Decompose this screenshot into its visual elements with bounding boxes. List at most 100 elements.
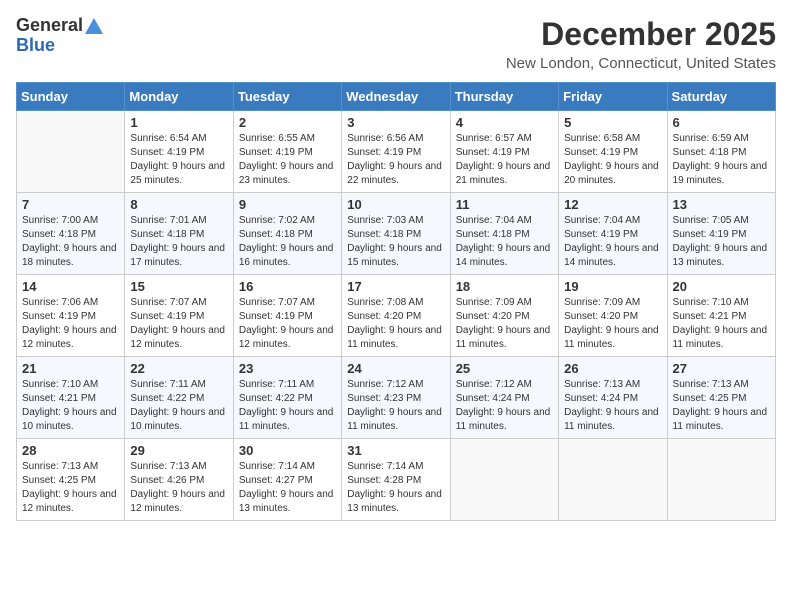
day-number: 30 [239,443,336,458]
calendar-cell: 23 Sunrise: 7:11 AMSunset: 4:22 PMDayligh… [233,357,341,439]
calendar-cell: 31 Sunrise: 7:14 AMSunset: 4:28 PMDayligh… [342,439,450,521]
day-number: 18 [456,279,553,294]
weekday-header: Tuesday [233,83,341,111]
calendar-cell: 4 Sunrise: 6:57 AMSunset: 4:19 PMDaylight… [450,111,558,193]
day-number: 5 [564,115,661,130]
weekday-header: Thursday [450,83,558,111]
day-number: 3 [347,115,444,130]
calendar-cell [450,439,558,521]
day-detail: Sunrise: 7:14 AMSunset: 4:27 PMDaylight:… [239,460,336,516]
day-detail: Sunrise: 7:12 AMSunset: 4:24 PMDaylight:… [456,378,553,434]
day-detail: Sunrise: 7:01 AMSunset: 4:18 PMDaylight:… [130,214,227,270]
calendar-cell: 12Sunrise: 7:04 AMSunset: 4:19 PMDayligh… [559,193,667,275]
calendar-cell: 30 Sunrise: 7:14 AMSunset: 4:27 PMDayligh… [233,439,341,521]
calendar-cell: 16 Sunrise: 7:07 AMSunset: 4:19 PMDayligh… [233,275,341,357]
day-number: 31 [347,443,444,458]
day-detail: Sunrise: 7:02 AMSunset: 4:18 PMDaylight:… [239,214,336,270]
day-number: 19 [564,279,661,294]
day-detail: Sunrise: 7:10 AMSunset: 4:21 PMDaylight:… [673,296,770,352]
calendar-cell: 21Sunrise: 7:10 AMSunset: 4:21 PMDayligh… [17,357,125,439]
day-detail: Sunrise: 7:13 AMSunset: 4:26 PMDaylight:… [130,460,227,516]
calendar-cell: 9 Sunrise: 7:02 AMSunset: 4:18 PMDaylight… [233,193,341,275]
logo-blue-text: Blue [16,36,55,56]
day-detail: Sunrise: 6:54 AMSunset: 4:19 PMDaylight:… [130,132,227,188]
day-detail: Sunrise: 7:05 AMSunset: 4:19 PMDaylight:… [673,214,770,270]
day-number: 17 [347,279,444,294]
calendar-cell [667,439,775,521]
calendar-week-row: 1Sunrise: 6:54 AMSunset: 4:19 PMDaylight… [17,111,776,193]
day-number: 2 [239,115,336,130]
calendar-cell: 13Sunrise: 7:05 AMSunset: 4:19 PMDayligh… [667,193,775,275]
day-detail: Sunrise: 6:57 AMSunset: 4:19 PMDaylight:… [456,132,553,188]
calendar-cell: 26 Sunrise: 7:13 AMSunset: 4:24 PMDayligh… [559,357,667,439]
day-number: 8 [130,197,227,212]
month-title: December 2025 [506,16,776,53]
day-detail: Sunrise: 7:04 AMSunset: 4:18 PMDaylight:… [456,214,553,270]
calendar-week-row: 28Sunrise: 7:13 AMSunset: 4:25 PMDayligh… [17,439,776,521]
day-detail: Sunrise: 7:08 AMSunset: 4:20 PMDaylight:… [347,296,444,352]
day-number: 9 [239,197,336,212]
calendar-cell: 14Sunrise: 7:06 AMSunset: 4:19 PMDayligh… [17,275,125,357]
calendar-week-row: 14Sunrise: 7:06 AMSunset: 4:19 PMDayligh… [17,275,776,357]
calendar-cell: 3 Sunrise: 6:56 AMSunset: 4:19 PMDaylight… [342,111,450,193]
day-detail: Sunrise: 6:59 AMSunset: 4:18 PMDaylight:… [673,132,770,188]
day-number: 24 [347,361,444,376]
title-block: December 2025 New London, Connecticut, U… [506,16,776,72]
day-number: 14 [22,279,119,294]
calendar-cell: 7 Sunrise: 7:00 AMSunset: 4:18 PMDaylight… [17,193,125,275]
calendar-table: SundayMondayTuesdayWednesdayThursdayFrid… [16,82,776,521]
day-detail: Sunrise: 7:14 AMSunset: 4:28 PMDaylight:… [347,460,444,516]
calendar-cell: 25 Sunrise: 7:12 AMSunset: 4:24 PMDayligh… [450,357,558,439]
calendar-week-row: 7 Sunrise: 7:00 AMSunset: 4:18 PMDaylight… [17,193,776,275]
calendar-cell: 20 Sunrise: 7:10 AMSunset: 4:21 PMDayligh… [667,275,775,357]
day-number: 7 [22,197,119,212]
calendar-cell: 11 Sunrise: 7:04 AMSunset: 4:18 PMDayligh… [450,193,558,275]
day-number: 27 [673,361,770,376]
day-detail: Sunrise: 7:12 AMSunset: 4:23 PMDaylight:… [347,378,444,434]
day-detail: Sunrise: 7:07 AMSunset: 4:19 PMDaylight:… [239,296,336,352]
calendar-cell: 15 Sunrise: 7:07 AMSunset: 4:19 PMDayligh… [125,275,233,357]
weekday-header: Wednesday [342,83,450,111]
day-number: 20 [673,279,770,294]
weekday-header: Sunday [17,83,125,111]
calendar-cell [17,111,125,193]
day-detail: Sunrise: 6:56 AMSunset: 4:19 PMDaylight:… [347,132,444,188]
day-detail: Sunrise: 7:03 AMSunset: 4:18 PMDaylight:… [347,214,444,270]
day-detail: Sunrise: 7:00 AMSunset: 4:18 PMDaylight:… [22,214,119,270]
day-detail: Sunrise: 7:07 AMSunset: 4:19 PMDaylight:… [130,296,227,352]
calendar-cell: 6 Sunrise: 6:59 AMSunset: 4:18 PMDaylight… [667,111,775,193]
calendar-cell: 19 Sunrise: 7:09 AMSunset: 4:20 PMDayligh… [559,275,667,357]
day-number: 22 [130,361,227,376]
day-number: 21 [22,361,119,376]
day-detail: Sunrise: 7:13 AMSunset: 4:25 PMDaylight:… [673,378,770,434]
day-number: 23 [239,361,336,376]
day-number: 11 [456,197,553,212]
calendar-cell: 2 Sunrise: 6:55 AMSunset: 4:19 PMDaylight… [233,111,341,193]
calendar-cell: 5Sunrise: 6:58 AMSunset: 4:19 PMDaylight… [559,111,667,193]
calendar-cell: 28Sunrise: 7:13 AMSunset: 4:25 PMDayligh… [17,439,125,521]
day-number: 4 [456,115,553,130]
day-detail: Sunrise: 7:09 AMSunset: 4:20 PMDaylight:… [456,296,553,352]
calendar-cell: 27 Sunrise: 7:13 AMSunset: 4:25 PMDayligh… [667,357,775,439]
day-detail: Sunrise: 7:13 AMSunset: 4:24 PMDaylight:… [564,378,661,434]
calendar-header-row: SundayMondayTuesdayWednesdayThursdayFrid… [17,83,776,111]
logo-general-text: General [16,16,83,36]
day-number: 29 [130,443,227,458]
day-detail: Sunrise: 6:55 AMSunset: 4:19 PMDaylight:… [239,132,336,188]
logo: General Blue [16,16,103,56]
day-number: 6 [673,115,770,130]
day-number: 25 [456,361,553,376]
day-number: 28 [22,443,119,458]
calendar-cell: 17 Sunrise: 7:08 AMSunset: 4:20 PMDayligh… [342,275,450,357]
calendar-cell: 8 Sunrise: 7:01 AMSunset: 4:18 PMDaylight… [125,193,233,275]
location-text: New London, Connecticut, United States [506,55,776,72]
day-number: 15 [130,279,227,294]
day-detail: Sunrise: 7:11 AMSunset: 4:22 PMDaylight:… [239,378,336,434]
day-detail: Sunrise: 7:11 AMSunset: 4:22 PMDaylight:… [130,378,227,434]
day-number: 26 [564,361,661,376]
calendar-cell: 22 Sunrise: 7:11 AMSunset: 4:22 PMDayligh… [125,357,233,439]
day-number: 16 [239,279,336,294]
day-detail: Sunrise: 7:09 AMSunset: 4:20 PMDaylight:… [564,296,661,352]
day-number: 12 [564,197,661,212]
calendar-week-row: 21Sunrise: 7:10 AMSunset: 4:21 PMDayligh… [17,357,776,439]
